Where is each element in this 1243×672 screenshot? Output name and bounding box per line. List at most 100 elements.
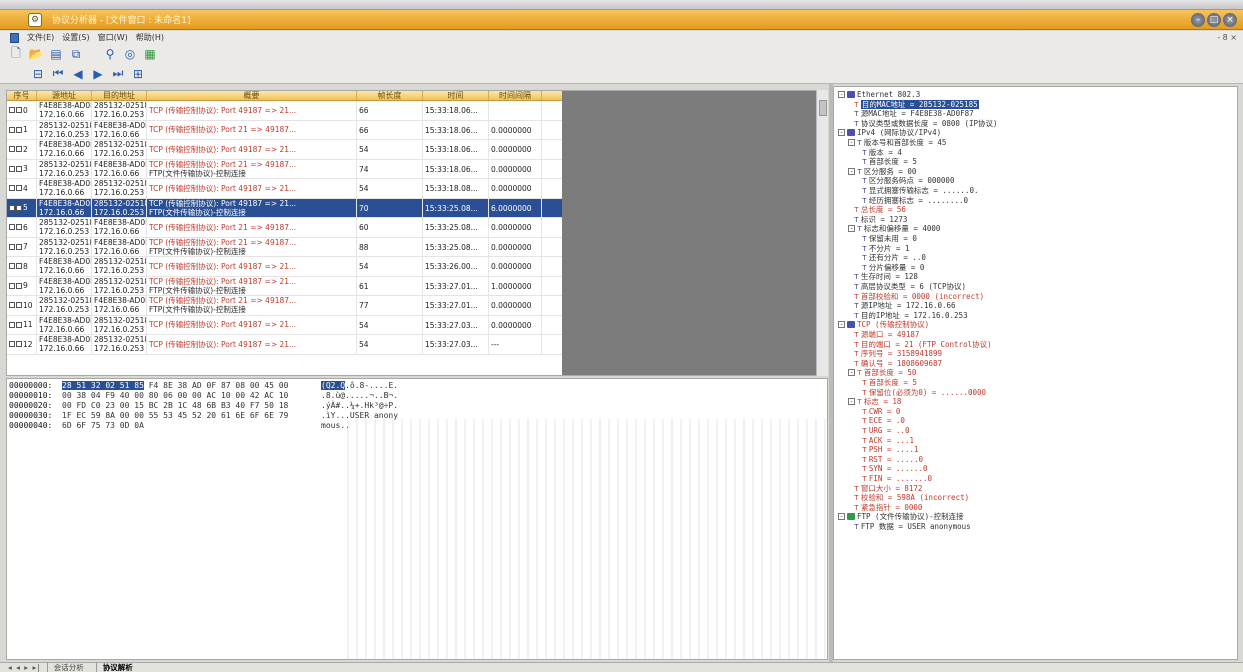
tree-node[interactable]: ⊤ 源端口 = 49187: [854, 330, 919, 339]
tree-node[interactable]: ⊤ 确认号 = 1808609687: [854, 359, 942, 368]
packet-row[interactable]: 9F4E8E38-AD0F87172.16.0.66285132-0251851…: [7, 276, 562, 296]
tree-node[interactable]: ⊤ 高层协议类型 = 6 (TCP协议): [854, 282, 966, 291]
row-checkbox[interactable]: [16, 107, 22, 114]
tree-node[interactable]: ⊤ 生存时间 = 128: [854, 272, 918, 281]
tree-node[interactable]: ⊤ 保留位(必须为0) = ......0000: [862, 388, 986, 397]
col-number[interactable]: 序号: [7, 91, 37, 100]
col-delta[interactable]: 时间间隔: [489, 91, 542, 100]
tab-session-analysis[interactable]: 会话分析: [46, 662, 90, 672]
row-checkbox[interactable]: [16, 243, 22, 250]
expand-toggle[interactable]: -: [848, 139, 855, 146]
tree-node[interactable]: ⊤ PSH = ....1: [862, 445, 919, 454]
next-packet-icon[interactable]: ▶: [90, 66, 106, 82]
row-checkbox[interactable]: [9, 165, 15, 172]
document-icon[interactable]: [10, 32, 19, 43]
scroll-thumb[interactable]: [819, 100, 827, 116]
capture-icon[interactable]: ◎: [122, 46, 138, 62]
mdi-controls[interactable]: - 8 ×: [1217, 33, 1237, 42]
menu-window[interactable]: 窗口(W): [98, 32, 128, 43]
first-packet-icon[interactable]: ⏮: [50, 66, 66, 82]
row-checkbox[interactable]: [9, 243, 15, 250]
packet-row[interactable]: 6285132-025185172.16.0.253F4E8E38-AD0F87…: [7, 218, 562, 238]
maximize-button[interactable]: □: [1207, 13, 1221, 27]
tree-node[interactable]: ⊤ SYN = ......0: [862, 464, 928, 473]
tree-node[interactable]: ⊤ 目的IP地址 = 172.16.0.253: [854, 311, 968, 320]
tree-node[interactable]: ⊤ 首部长度 = 5: [862, 378, 917, 387]
row-checkbox[interactable]: [9, 185, 15, 192]
row-checkbox[interactable]: [16, 126, 22, 133]
tree-node[interactable]: - TCP (传输控制协议): [838, 320, 929, 329]
tree-node[interactable]: ⊤ 紧急指针 = 0000: [854, 503, 922, 512]
app-icon[interactable]: ⚙: [28, 12, 42, 27]
menu-settings[interactable]: 设置(S): [62, 32, 89, 43]
row-checkbox[interactable]: [16, 341, 22, 348]
tree-node[interactable]: ⊤ ECE = .0: [862, 416, 905, 425]
row-checkbox[interactable]: [9, 302, 15, 309]
filter-list-icon[interactable]: ⊟: [30, 66, 46, 82]
tree-node[interactable]: - IPv4 (网际协议/IPv4): [838, 128, 941, 137]
row-checkbox[interactable]: [16, 321, 22, 328]
row-checkbox[interactable]: [16, 146, 22, 153]
row-checkbox[interactable]: [9, 341, 15, 348]
packet-row[interactable]: 0F4E8E38-AD0F87172.16.0.66285132-0251851…: [7, 101, 562, 121]
col-destination[interactable]: 目的地址: [92, 91, 147, 100]
expand-toggle[interactable]: -: [838, 129, 845, 137]
packet-row[interactable]: 5F4E8E38-AD0F87172.16.0.66285132-0251851…: [7, 198, 562, 218]
expand-toggle[interactable]: -: [848, 225, 855, 233]
row-checkbox[interactable]: [16, 185, 22, 192]
row-checkbox[interactable]: [9, 282, 15, 289]
last-packet-icon[interactable]: ⏭: [110, 66, 126, 82]
tree-node[interactable]: ⊤ FTP 数据 = USER anonymous: [854, 522, 971, 531]
row-checkbox[interactable]: [9, 321, 15, 328]
tree-node[interactable]: - ⊤ 区分服务 = 00: [848, 167, 916, 176]
tree-node[interactable]: ⊤ 总长度 = 56: [854, 205, 906, 214]
goto-packet-icon[interactable]: ⊞: [130, 66, 146, 82]
tree-node[interactable]: ⊤ 标识 = 1273: [854, 215, 907, 224]
packet-row[interactable]: 1285132-025185172.16.0.253F4E8E38-AD0F87…: [7, 120, 562, 140]
tree-node[interactable]: ⊤ 还有分片 = ..0: [862, 253, 926, 262]
tree-node[interactable]: ⊤ 校验和 = 598A (incorrect): [854, 493, 969, 502]
previous-packet-icon[interactable]: ◀: [70, 66, 86, 82]
tree-node[interactable]: ⊤ ACK = ...1: [862, 436, 914, 445]
row-checkbox[interactable]: [9, 126, 15, 133]
packet-list-scrollbar[interactable]: [816, 90, 828, 376]
row-checkbox[interactable]: [16, 224, 22, 231]
packet-row[interactable]: 10285132-025185172.16.0.253F4E8E38-AD0F8…: [7, 296, 562, 316]
menu-file[interactable]: 文件(E): [27, 32, 54, 43]
expand-toggle[interactable]: -: [838, 321, 845, 329]
col-time[interactable]: 时间: [423, 91, 489, 100]
minimize-button[interactable]: –: [1191, 13, 1205, 27]
tree-node[interactable]: ⊤ 经历拥塞标志 = ........0: [862, 196, 968, 205]
tree-node[interactable]: ⊤ 保留未用 = 0: [862, 234, 917, 243]
copy-icon[interactable]: ⧉: [68, 46, 84, 62]
tree-node[interactable]: ⊤ URG = ..0: [862, 426, 909, 435]
tree-node[interactable]: ⊤ 目的端口 = 21 (FTP Control协议): [854, 340, 992, 349]
row-checkbox[interactable]: [16, 282, 22, 289]
col-source[interactable]: 源地址: [37, 91, 92, 100]
tree-node[interactable]: - ⊤ 标志 = 18: [848, 397, 901, 406]
tree-node[interactable]: ⊤ 分片偏移量 = 0: [862, 263, 924, 272]
tree-node[interactable]: ⊤ 协议类型或数据长度 = 0800 (IP协议): [854, 119, 998, 128]
tree-node[interactable]: ⊤ 首部长度 = 5: [862, 157, 917, 166]
tab-navigation[interactable]: ◂ ◂ ▸ ▸|: [8, 663, 41, 672]
packet-row[interactable]: 12F4E8E38-AD0F87172.16.0.66285132-025185…: [7, 335, 562, 355]
new-file-icon[interactable]: 🗋: [8, 46, 24, 62]
row-checkbox[interactable]: [9, 146, 15, 153]
col-summary[interactable]: 概要: [147, 91, 357, 100]
expand-toggle[interactable]: -: [848, 167, 855, 175]
tree-node[interactable]: ⊤ 目的MAC地址 = 285132-025185: [854, 99, 979, 109]
tree-node[interactable]: ⊤ 不分片 = 1: [862, 244, 909, 253]
tree-node[interactable]: ⊤ 首部校验和 = 0000 (incorrect): [854, 292, 984, 301]
tree-node[interactable]: - Ethernet 802.3: [838, 90, 920, 99]
tree-node[interactable]: ⊤ 序列号 = 3158941899: [854, 349, 942, 358]
row-checkbox[interactable]: [9, 224, 15, 231]
close-button[interactable]: ×: [1223, 13, 1237, 27]
expand-toggle[interactable]: -: [848, 369, 855, 377]
chart-icon[interactable]: ▦: [142, 46, 158, 62]
row-checkbox[interactable]: [16, 302, 22, 309]
packet-row[interactable]: 2F4E8E38-AD0F87172.16.0.66285132-0251851…: [7, 140, 562, 160]
tree-node[interactable]: - FTP (文件传输协议)-控制连接: [838, 512, 964, 521]
tree-node[interactable]: ⊤ 源MAC地址 = F4E8E38-AD0F87: [854, 109, 974, 118]
tree-node[interactable]: ⊤ 窗口大小 = 8172: [854, 484, 922, 493]
open-folder-icon[interactable]: 📂: [28, 46, 44, 62]
